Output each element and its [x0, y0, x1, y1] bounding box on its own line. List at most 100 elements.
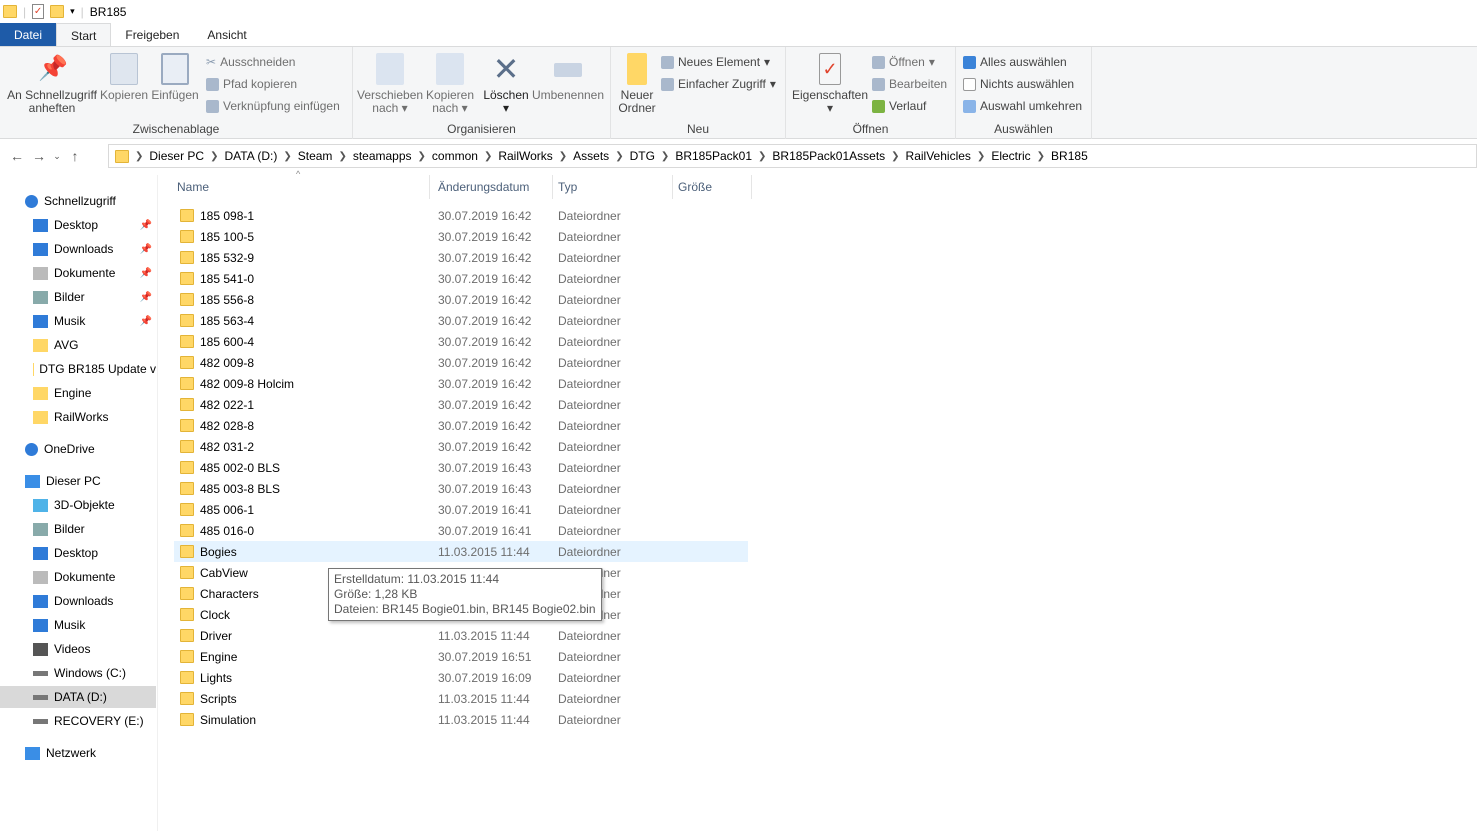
edit-button[interactable]: Bearbeiten	[872, 74, 947, 94]
pin-icon[interactable]: 📌	[140, 316, 152, 327]
pin-icon[interactable]: 📌	[140, 268, 152, 279]
history-button[interactable]: Verlauf	[872, 96, 926, 116]
breadcrumb-item[interactable]: Dieser PC	[143, 149, 210, 163]
nav-item[interactable]: OneDrive	[0, 438, 156, 460]
column-date[interactable]: Änderungsdatum	[433, 175, 553, 199]
table-row[interactable]: 482 022-1 30.07.2019 16:42 Dateiordner	[174, 394, 748, 415]
table-row[interactable]: 485 006-1 30.07.2019 16:41 Dateiordner	[174, 499, 748, 520]
chevron-right-icon[interactable]: ❯	[210, 151, 218, 162]
breadcrumb-item[interactable]: DATA (D:)	[218, 149, 283, 163]
nav-item[interactable]: Downloads 📌	[0, 238, 156, 260]
nav-item[interactable]: Desktop	[0, 542, 156, 564]
table-row[interactable]: Engine 30.07.2019 16:51 Dateiordner	[174, 646, 748, 667]
table-row[interactable]: 185 556-8 30.07.2019 16:42 Dateiordner	[174, 289, 748, 310]
select-none-button[interactable]: Nichts auswählen	[963, 74, 1074, 94]
nav-item[interactable]: Videos	[0, 638, 156, 660]
table-row[interactable]: Simulation 11.03.2015 11:44 Dateiordner	[174, 709, 748, 730]
table-row[interactable]: 185 098-1 30.07.2019 16:42 Dateiordner	[174, 205, 748, 226]
table-row[interactable]: 185 100-5 30.07.2019 16:42 Dateiordner	[174, 226, 748, 247]
chevron-right-icon[interactable]: ❯	[758, 151, 766, 162]
chevron-right-icon[interactable]: ❯	[559, 151, 567, 162]
table-row[interactable]: 485 016-0 30.07.2019 16:41 Dateiordner	[174, 520, 748, 541]
tab-datei[interactable]: Datei	[0, 23, 57, 46]
chevron-right-icon[interactable]: ❯	[615, 151, 623, 162]
nav-item[interactable]: Netzwerk	[0, 742, 156, 764]
nav-item[interactable]: Schnellzugriff	[0, 190, 156, 212]
nav-item[interactable]: Dieser PC	[0, 470, 156, 492]
nav-item[interactable]: Musik 📌	[0, 310, 156, 332]
copy-to-button[interactable]: Kopieren nach ▾	[423, 53, 477, 115]
table-row[interactable]: Scripts 11.03.2015 11:44 Dateiordner	[174, 688, 748, 709]
properties-button[interactable]: ✓ Eigenschaften ▾	[790, 53, 870, 115]
column-type[interactable]: Typ	[553, 175, 673, 199]
breadcrumb-item[interactable]: RailWorks	[492, 149, 558, 163]
nav-item[interactable]: AVG	[0, 334, 156, 356]
table-row[interactable]: Driver 11.03.2015 11:44 Dateiordner	[174, 625, 748, 646]
pin-icon[interactable]: 📌	[140, 244, 152, 255]
breadcrumb-item[interactable]: steamapps	[347, 149, 418, 163]
table-row[interactable]: 185 541-0 30.07.2019 16:42 Dateiordner	[174, 268, 748, 289]
chevron-right-icon[interactable]: ❯	[891, 151, 899, 162]
chevron-right-icon[interactable]: ❯	[418, 151, 426, 162]
nav-item[interactable]: Bilder 📌	[0, 286, 156, 308]
pin-quick-access-button[interactable]: 📌 An Schnellzugriff anheften	[6, 53, 98, 115]
breadcrumb[interactable]: ❯ Dieser PC ❯ DATA (D:) ❯ Steam ❯ steamapps ❯ co…	[108, 144, 1477, 168]
nav-item[interactable]: Windows (C:)	[0, 662, 156, 684]
breadcrumb-item[interactable]: RailVehicles	[900, 149, 977, 163]
forward-arrow-icon[interactable]: →	[28, 148, 50, 164]
nav-item[interactable]: DATA (D:)	[0, 686, 156, 708]
chevron-right-icon[interactable]: ❯	[484, 151, 492, 162]
breadcrumb-item[interactable]: DTG	[624, 149, 661, 163]
tab-freigeben[interactable]: Freigeben	[111, 23, 193, 46]
breadcrumb-item[interactable]: BR185Pack01Assets	[766, 149, 891, 163]
nav-item[interactable]: Dokumente 📌	[0, 262, 156, 284]
nav-item[interactable]: Bilder	[0, 518, 156, 540]
up-arrow-icon[interactable]: ↑	[64, 148, 86, 164]
copy-button[interactable]: Kopieren	[100, 53, 148, 102]
breadcrumb-item[interactable]: BR185Pack01	[669, 149, 758, 163]
table-row[interactable]: 482 028-8 30.07.2019 16:42 Dateiordner	[174, 415, 748, 436]
nav-item[interactable]: Dokumente	[0, 566, 156, 588]
open-button[interactable]: Öffnen ▾	[872, 52, 935, 72]
nav-item[interactable]: Downloads	[0, 590, 156, 612]
pin-icon[interactable]: 📌	[140, 292, 152, 303]
tab-start[interactable]: Start	[56, 23, 112, 46]
new-folder-quick-icon[interactable]	[50, 5, 65, 18]
copy-path-button[interactable]: Pfad kopieren	[206, 74, 297, 94]
back-arrow-icon[interactable]: ←	[6, 148, 28, 164]
column-name[interactable]: Name	[172, 175, 430, 199]
tab-ansicht[interactable]: Ansicht	[193, 23, 260, 46]
chevron-right-icon[interactable]: ❯	[135, 151, 143, 162]
table-row[interactable]: 485 003-8 BLS 30.07.2019 16:43 Dateiordner	[174, 478, 748, 499]
nav-item[interactable]: 3D-Objekte	[0, 494, 156, 516]
nav-item[interactable]: DTG BR185 Update v	[0, 358, 156, 380]
table-row[interactable]: 185 563-4 30.07.2019 16:42 Dateiordner	[174, 310, 748, 331]
paste-button[interactable]: Einfügen	[151, 53, 199, 102]
breadcrumb-item[interactable]: BR185	[1045, 149, 1094, 163]
chevron-right-icon[interactable]: ❯	[338, 151, 346, 162]
pin-icon[interactable]: 📌	[140, 220, 152, 231]
breadcrumb-item[interactable]: Steam	[292, 149, 339, 163]
chevron-right-icon[interactable]: ❯	[283, 151, 291, 162]
breadcrumb-item[interactable]: Electric	[985, 149, 1036, 163]
table-row[interactable]: 185 600-4 30.07.2019 16:42 Dateiordner	[174, 331, 748, 352]
table-row[interactable]: 482 031-2 30.07.2019 16:42 Dateiordner	[174, 436, 748, 457]
table-row[interactable]: 482 009-8 Holcim 30.07.2019 16:42 Dateiord…	[174, 373, 748, 394]
easy-access-button[interactable]: Einfacher Zugriff ▾	[661, 74, 776, 94]
delete-button[interactable]: ✕ Löschen ▾	[483, 53, 529, 115]
nav-item[interactable]: Engine	[0, 382, 156, 404]
invert-selection-button[interactable]: Auswahl umkehren	[963, 96, 1082, 116]
table-row[interactable]: 185 532-9 30.07.2019 16:42 Dateiordner	[174, 247, 748, 268]
breadcrumb-item[interactable]: Assets	[567, 149, 615, 163]
rename-button[interactable]: Umbenennen	[531, 53, 605, 102]
table-row[interactable]: 485 002-0 BLS 30.07.2019 16:43 Dateiordner	[174, 457, 748, 478]
move-to-button[interactable]: Verschieben nach ▾	[357, 53, 423, 115]
table-row[interactable]: Bogies 11.03.2015 11:44 Dateiordner	[174, 541, 748, 562]
chevron-right-icon[interactable]: ❯	[1037, 151, 1045, 162]
cut-button[interactable]: ✂ Ausschneiden	[206, 52, 295, 72]
new-folder-button[interactable]: Neuer Ordner	[615, 53, 659, 115]
new-item-button[interactable]: Neues Element ▾	[661, 52, 770, 72]
recent-chevron-icon[interactable]: ⌄	[50, 151, 64, 162]
quick-access-dropdown-icon[interactable]: ▾	[70, 6, 75, 17]
table-row[interactable]: Lights 30.07.2019 16:09 Dateiordner	[174, 667, 748, 688]
